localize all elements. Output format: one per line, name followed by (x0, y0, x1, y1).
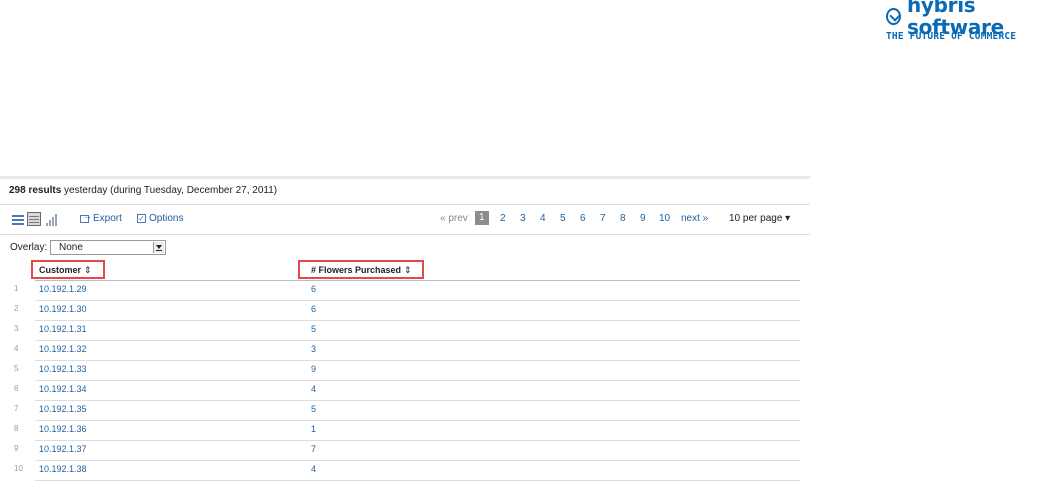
results-panel: 298 results yesterday (during Tuesday, D… (0, 176, 810, 493)
divider (0, 234, 810, 235)
column-header-customer[interactable]: Customer ⇕ (39, 265, 92, 276)
row-index: 7 (14, 404, 19, 413)
export-button[interactable]: Export (80, 211, 122, 224)
options-button[interactable]: ✓ Options (137, 213, 183, 224)
hybris-logo-icon (886, 7, 901, 25)
page-link[interactable]: 9 (640, 213, 646, 224)
page-link[interactable]: 10 (659, 213, 670, 224)
results-count: 298 results (9, 185, 62, 196)
chart-view-icon[interactable] (46, 213, 60, 227)
sort-icon: ⇕ (84, 265, 92, 275)
overlay-select[interactable]: None (50, 240, 166, 255)
customer-link[interactable]: 10.192.1.38 (39, 464, 87, 474)
customer-link[interactable]: 10.192.1.31 (39, 324, 87, 334)
flowers-link[interactable]: 3 (311, 344, 316, 354)
overlay-label: Overlay: (10, 242, 48, 253)
table-row: 3 10.192.1.31 5 (0, 321, 810, 341)
customer-link[interactable]: 10.192.1.36 (39, 424, 87, 434)
list-view-icon[interactable] (12, 213, 26, 227)
table-row: 9 10.192.1.37 7 (0, 441, 810, 461)
flowers-link[interactable]: 6 (311, 284, 316, 294)
customer-link[interactable]: 10.192.1.29 (39, 284, 87, 294)
page-link[interactable]: 3 (520, 213, 526, 224)
page-1-current[interactable]: 1 (475, 211, 489, 225)
flowers-link[interactable]: 9 (311, 364, 316, 374)
row-index: 5 (14, 364, 19, 373)
overlay-value: None (59, 242, 83, 253)
row-index: 1 (14, 284, 19, 293)
page-link[interactable]: 2 (500, 213, 506, 224)
customer-link[interactable]: 10.192.1.32 (39, 344, 87, 354)
column-header-flowers[interactable]: # Flowers Purchased ⇕ (311, 265, 412, 276)
flowers-link[interactable]: 4 (311, 384, 316, 394)
options-label: Options (149, 213, 184, 224)
dropdown-arrow-icon[interactable] (153, 242, 164, 253)
row-index: 4 (14, 344, 19, 353)
table-row: 2 10.192.1.30 6 (0, 301, 810, 321)
flowers-link[interactable]: 4 (311, 464, 316, 474)
results-period: yesterday (during Tuesday, December 27, … (61, 185, 278, 196)
customer-link[interactable]: 10.192.1.35 (39, 404, 87, 414)
flowers-link[interactable]: 6 (311, 304, 316, 314)
page-link[interactable]: 7 (600, 213, 606, 224)
page-link[interactable]: 8 (620, 213, 626, 224)
column-header-label: # Flowers Purchased (311, 265, 402, 275)
row-index: 3 (14, 324, 19, 333)
panel-divider (0, 176, 810, 179)
flowers-link[interactable]: 5 (311, 404, 316, 414)
sort-icon: ⇕ (404, 265, 412, 275)
table-row: 6 10.192.1.34 4 (0, 381, 810, 401)
results-summary: 298 results yesterday (during Tuesday, D… (9, 185, 277, 196)
row-index: 9 (14, 444, 19, 453)
flowers-link[interactable]: 7 (311, 444, 316, 454)
hybris-logo: hybris software THE FUTURE OF COMMERCE (886, 0, 1052, 48)
per-page-dropdown[interactable]: 10 per page ▾ (729, 213, 790, 224)
table-row: 1 10.192.1.29 6 (0, 281, 810, 301)
flowers-link[interactable]: 5 (311, 324, 316, 334)
row-index: 8 (14, 424, 19, 433)
export-icon (80, 211, 92, 223)
column-header-label: Customer (39, 265, 82, 275)
divider (0, 204, 810, 205)
row-index: 6 (14, 384, 19, 393)
page-link[interactable]: 4 (540, 213, 546, 224)
table-row: 7 10.192.1.35 5 (0, 401, 810, 421)
table-row: 8 10.192.1.36 1 (0, 421, 810, 441)
flowers-link[interactable]: 1 (311, 424, 316, 434)
customer-link[interactable]: 10.192.1.34 (39, 384, 87, 394)
checkbox-icon: ✓ (137, 214, 146, 223)
row-index: 2 (14, 304, 19, 313)
prev-page-link[interactable]: « prev (440, 213, 468, 224)
results-toolbar: Export ✓ Options « prev 1 2 3 4 5 6 7 8 … (0, 211, 810, 231)
row-index: 10 (14, 464, 23, 473)
customer-link[interactable]: 10.192.1.30 (39, 304, 87, 314)
table-row: 10 10.192.1.38 4 (0, 461, 810, 481)
customer-link[interactable]: 10.192.1.33 (39, 364, 87, 374)
customer-link[interactable]: 10.192.1.37 (39, 444, 87, 454)
table-view-icon[interactable] (27, 212, 41, 226)
table-row: 5 10.192.1.33 9 (0, 361, 810, 381)
export-label: Export (93, 213, 122, 224)
next-page-link[interactable]: next » (681, 213, 708, 224)
page-link[interactable]: 6 (580, 213, 586, 224)
page-link[interactable]: 5 (560, 213, 566, 224)
table-row: 4 10.192.1.32 3 (0, 341, 810, 361)
